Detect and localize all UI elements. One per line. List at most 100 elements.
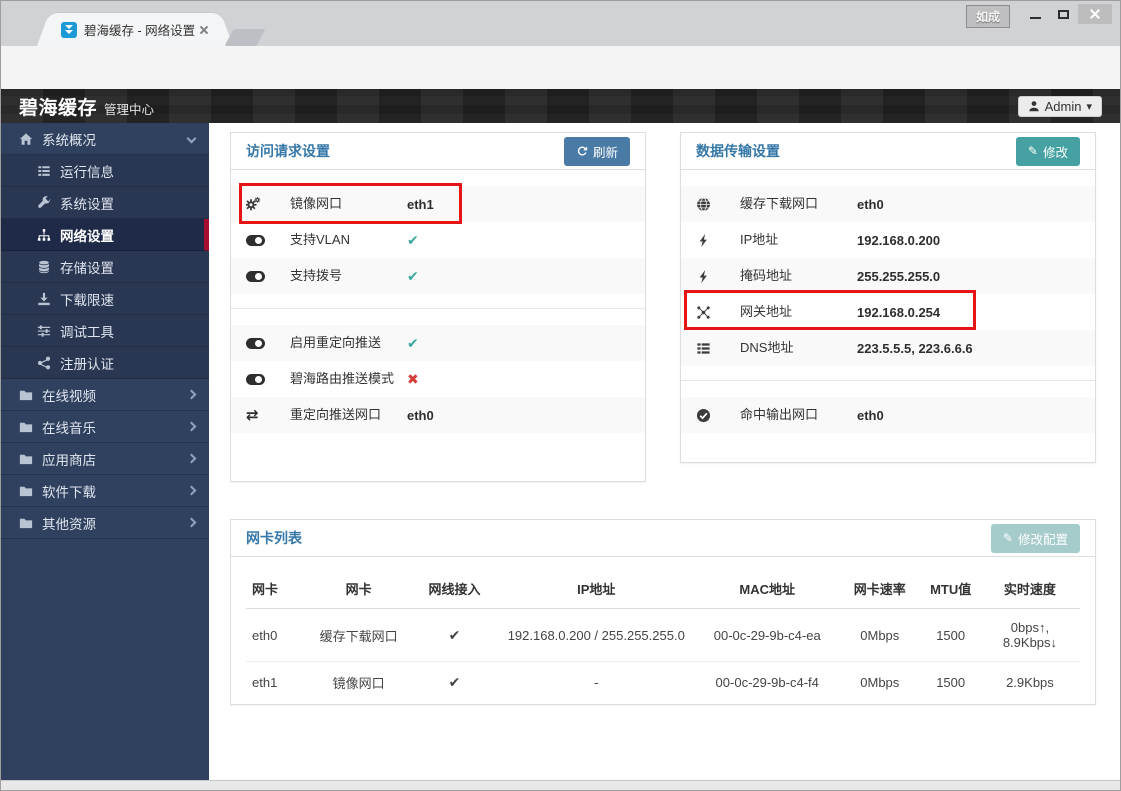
globe-icon <box>696 197 740 212</box>
config-label: 掩码地址 <box>740 267 793 283</box>
pencil-icon: ✎ <box>1002 531 1013 545</box>
check-circle-icon <box>696 408 740 423</box>
sidebar-item-online-music[interactable]: 在线音乐 <box>1 411 209 443</box>
sidebar-item-label: 系统概况 <box>42 132 96 148</box>
close-button[interactable] <box>1078 4 1112 24</box>
panel-header: 数据传输设置 ✎ 修改 <box>681 133 1095 170</box>
cell-ip: - <box>594 675 599 690</box>
caret-down-icon: ▾ <box>1086 100 1092 113</box>
sidebar-item-app-store[interactable]: 应用商店 <box>1 443 209 475</box>
sidebar-item-other-resources[interactable]: 其他资源 <box>1 507 209 539</box>
browser-toolbar: ← → https://192.168.0.200/#system/networ… <box>1 46 1120 127</box>
check-icon: ✔ <box>407 231 419 248</box>
nic-list-panel: 网卡列表 ✎ 修改配置 网卡 网卡 网线接入 IP地址 MAC地址 网卡速率 M… <box>230 519 1096 705</box>
config-label: 缓存下载网口 <box>740 195 819 211</box>
tab-close-icon[interactable] <box>197 23 211 37</box>
cell-rate: 0Mbps <box>860 675 900 690</box>
minimize-button[interactable] <box>1022 4 1048 24</box>
cell-ip: 192.168.0.200 / 255.255.255.0 <box>496 608 697 662</box>
sidebar-item-online-video[interactable]: 在线视频 <box>1 379 209 411</box>
sitemap-icon <box>37 228 51 241</box>
table-row-eth1: eth1 镜像网口 ✔ - 00-0c-29-9b-c4-f4 0Mbps 15… <box>246 662 1080 704</box>
ime-indicator[interactable]: 如成 <box>965 5 1010 28</box>
config-label: 启用重定向推送 <box>290 334 382 350</box>
sidebar-item-network-settings[interactable]: 网络设置 <box>1 219 209 251</box>
sidebar-item-system-settings[interactable]: 系统设置 <box>1 187 209 219</box>
config-row-hit-output: 命中输出网口 eth0 <box>681 397 1095 433</box>
window-frame-bottom <box>1 780 1120 790</box>
folder-icon <box>19 422 33 432</box>
cell-mtu: 1500 <box>921 608 980 662</box>
cell-nic: eth0 <box>246 608 305 662</box>
link-check-icon: ✔ <box>448 674 461 690</box>
refresh-label: 刷新 <box>592 145 618 160</box>
folder-icon <box>19 454 33 464</box>
new-tab-button[interactable] <box>224 29 266 46</box>
cross-icon: ✖ <box>407 370 419 387</box>
config-row-mask: 掩码地址 255.255.255.0 <box>681 258 1095 294</box>
tasks-icon <box>38 165 50 176</box>
admin-menu-button[interactable]: Admin ▾ <box>1017 95 1102 117</box>
sidebar-item-debug-tools[interactable]: 调试工具 <box>1 315 209 347</box>
config-value: eth0 <box>857 407 884 423</box>
config-label: 碧海路由推送模式 <box>290 370 395 386</box>
modify-config-label: 修改配置 <box>1017 532 1068 547</box>
col-header-mac: MAC地址 <box>696 565 839 609</box>
sidebar-item-label: 其他资源 <box>42 516 96 532</box>
config-label: 重定向推送网口 <box>290 406 382 422</box>
config-label: IP地址 <box>740 231 779 247</box>
modify-label: 修改 <box>1042 145 1068 160</box>
sidebar-item-label: 在线音乐 <box>42 420 96 436</box>
panel-title: 数据传输设置 <box>696 143 780 159</box>
check-icon: ✔ <box>407 267 419 284</box>
browser-tab[interactable]: 碧海缓存 - 网络设置 <box>51 13 219 46</box>
sidebar-item-download-limit[interactable]: 下载限速 <box>1 283 209 315</box>
panel-title: 网卡列表 <box>246 530 302 546</box>
sidebar-item-runtime-info[interactable]: 运行信息 <box>1 155 209 187</box>
config-label: 支持拨号 <box>290 267 343 283</box>
exchange-icon: ⇄ <box>246 407 259 424</box>
panel-title: 访问请求设置 <box>246 143 330 159</box>
main-content: 访问请求设置 刷新 镜像网口 eth1 支持VLAN ✔ 支持拨号 ✔ 启用重定… <box>209 123 1120 780</box>
refresh-button[interactable]: 刷新 <box>563 136 630 166</box>
config-label: 支持VLAN <box>290 231 350 247</box>
admin-label: Admin <box>1044 98 1082 114</box>
sidebar-item-label: 下载限速 <box>60 292 114 308</box>
col-header-nic: 网卡 <box>246 565 305 609</box>
sliders-icon <box>37 324 51 337</box>
col-header-link: 网线接入 <box>412 565 497 609</box>
sidebar-item-registration[interactable]: 注册认证 <box>1 347 209 379</box>
folder-icon <box>19 518 33 528</box>
config-label: 命中输出网口 <box>740 406 819 422</box>
sidebar: 系统概况 运行信息 系统设置 网络设置 存储设置 下载限速 调试工具 注册认证 … <box>1 123 209 780</box>
sidebar-item-label: 运行信息 <box>60 164 114 180</box>
sidebar-item-system-overview[interactable]: 系统概况 <box>1 123 209 155</box>
config-row-ip: IP地址 192.168.0.200 <box>681 222 1095 258</box>
user-icon <box>1028 101 1039 112</box>
modify-config-button[interactable]: ✎ 修改配置 <box>990 523 1080 553</box>
toggle-icon <box>246 337 290 349</box>
toggle-icon <box>246 234 290 246</box>
config-row-cache-port: 缓存下载网口 eth0 <box>681 186 1095 222</box>
sidebar-item-label: 在线视频 <box>42 388 96 404</box>
sidebar-item-storage-settings[interactable]: 存储设置 <box>1 251 209 283</box>
check-icon: ✔ <box>407 334 419 351</box>
maximize-button[interactable] <box>1050 4 1076 24</box>
chevron-down-icon <box>186 133 197 144</box>
brand-suffix: 管理中心 <box>104 102 155 117</box>
modify-button[interactable]: ✎ 修改 <box>1015 136 1080 166</box>
config-value: eth0 <box>407 407 434 423</box>
config-value: 192.168.0.254 <box>857 304 941 320</box>
cell-speed: 0bps↑, 8.9Kbps↓ <box>979 608 1080 662</box>
config-value: eth0 <box>857 196 884 212</box>
chevron-right-icon <box>186 517 197 528</box>
config-label: 镜像网口 <box>290 195 343 211</box>
cell-mac: 00-0c-29-9b-c4-f4 <box>715 675 819 690</box>
panel-header: 访问请求设置 刷新 <box>231 133 645 170</box>
col-header-speed: 实时速度 <box>979 565 1080 609</box>
chevron-right-icon <box>186 485 197 496</box>
sidebar-item-software-download[interactable]: 软件下载 <box>1 475 209 507</box>
sidebar-item-label: 系统设置 <box>60 196 114 212</box>
close-icon <box>1089 8 1101 20</box>
bolt-icon <box>696 233 740 248</box>
